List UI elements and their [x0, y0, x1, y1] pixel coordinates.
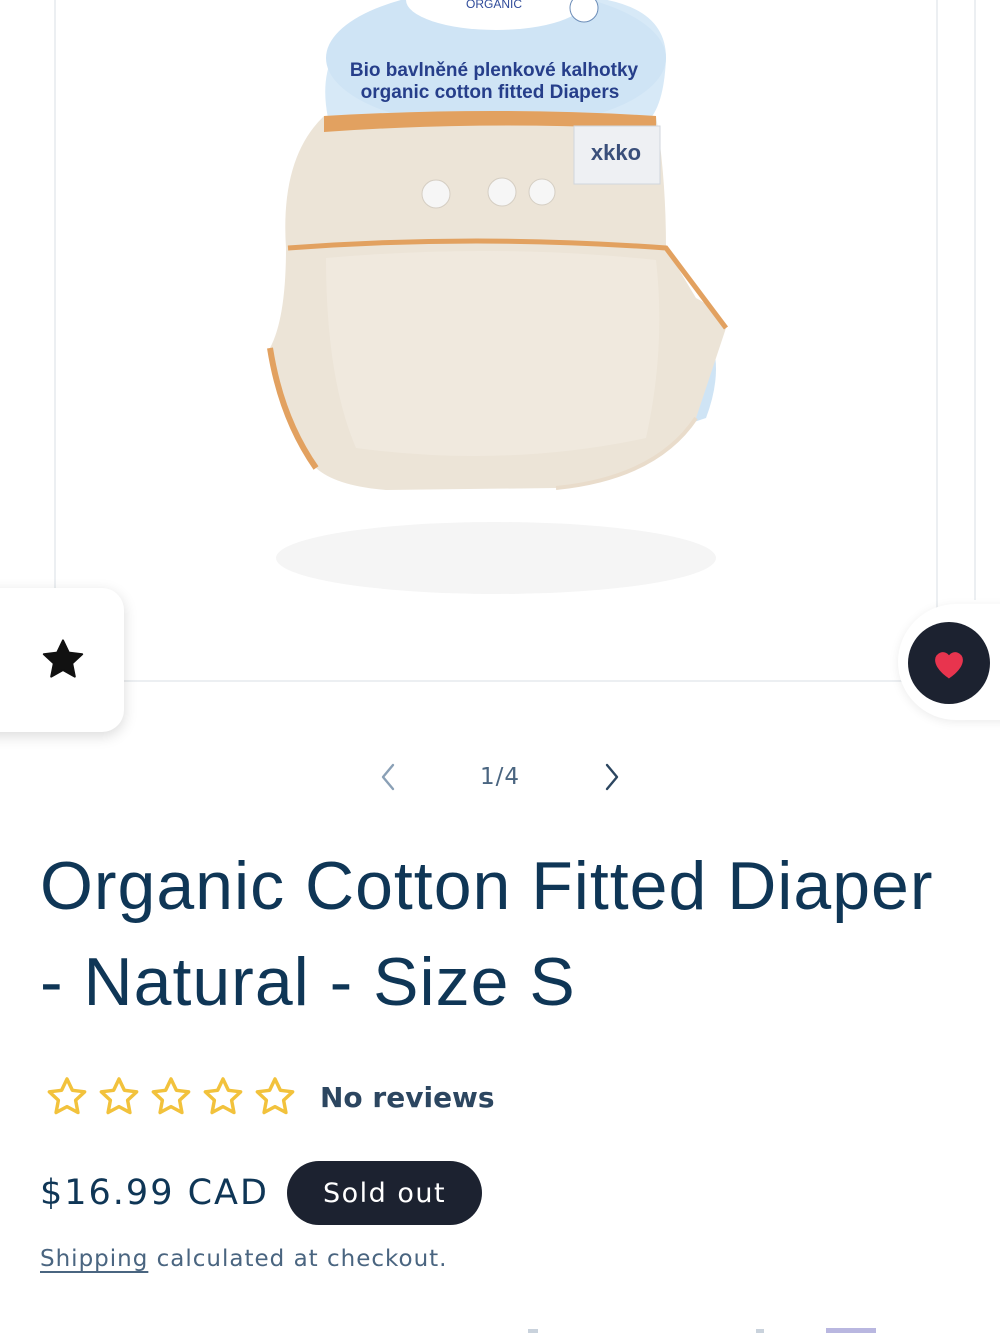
slider-counter: 1/4: [479, 764, 520, 790]
image-slider-controls: 1/4: [360, 752, 640, 802]
product-price: $16.99 CAD: [40, 1173, 269, 1213]
reviews-widget-tab[interactable]: [0, 588, 124, 732]
product-media-frame: ORGANIC Bio bavlněné plenkové kalhotky o…: [54, 0, 938, 682]
star-outline-icon: [99, 1077, 139, 1115]
heart-icon: [935, 652, 963, 679]
cut-off-content: [528, 1328, 876, 1333]
wishlist-widget: [898, 604, 1000, 720]
shipping-note: Shipping calculated at checkout.: [40, 1246, 448, 1272]
shipping-link[interactable]: Shipping: [40, 1246, 148, 1272]
slider-prev-button[interactable]: [360, 752, 416, 802]
slider-next-button[interactable]: [584, 752, 640, 802]
product-rating[interactable]: No reviews: [44, 1072, 495, 1122]
price-row: $16.99 CAD Sold out: [40, 1160, 483, 1226]
star-outline-icon: [203, 1077, 243, 1115]
star-outline-icon: [151, 1077, 191, 1115]
diaper-tag-text: xkko: [591, 140, 641, 165]
next-slide-peek: [974, 0, 1000, 600]
star-outline-icon: [255, 1077, 295, 1115]
chevron-left-icon: [381, 763, 395, 791]
package-text-line1: Bio bavlněné plenkové kalhotky: [350, 60, 639, 81]
shipping-note-text: calculated at checkout.: [148, 1246, 448, 1272]
package-badge-text: ORGANIC: [466, 0, 522, 11]
product-image[interactable]: ORGANIC Bio bavlněné plenkové kalhotky o…: [56, 0, 938, 682]
star-icon: [42, 639, 84, 678]
sold-out-badge: Sold out: [286, 1161, 483, 1225]
rating-stars: [44, 1074, 298, 1120]
chevron-right-icon: [605, 763, 619, 791]
product-title: Organic Cotton Fitted Diaper - Natural -…: [40, 848, 934, 1020]
package-text-line2: organic cotton fitted Diapers: [361, 82, 620, 103]
wishlist-button[interactable]: [908, 622, 990, 704]
rating-text[interactable]: No reviews: [320, 1081, 495, 1114]
star-outline-icon: [47, 1077, 87, 1115]
